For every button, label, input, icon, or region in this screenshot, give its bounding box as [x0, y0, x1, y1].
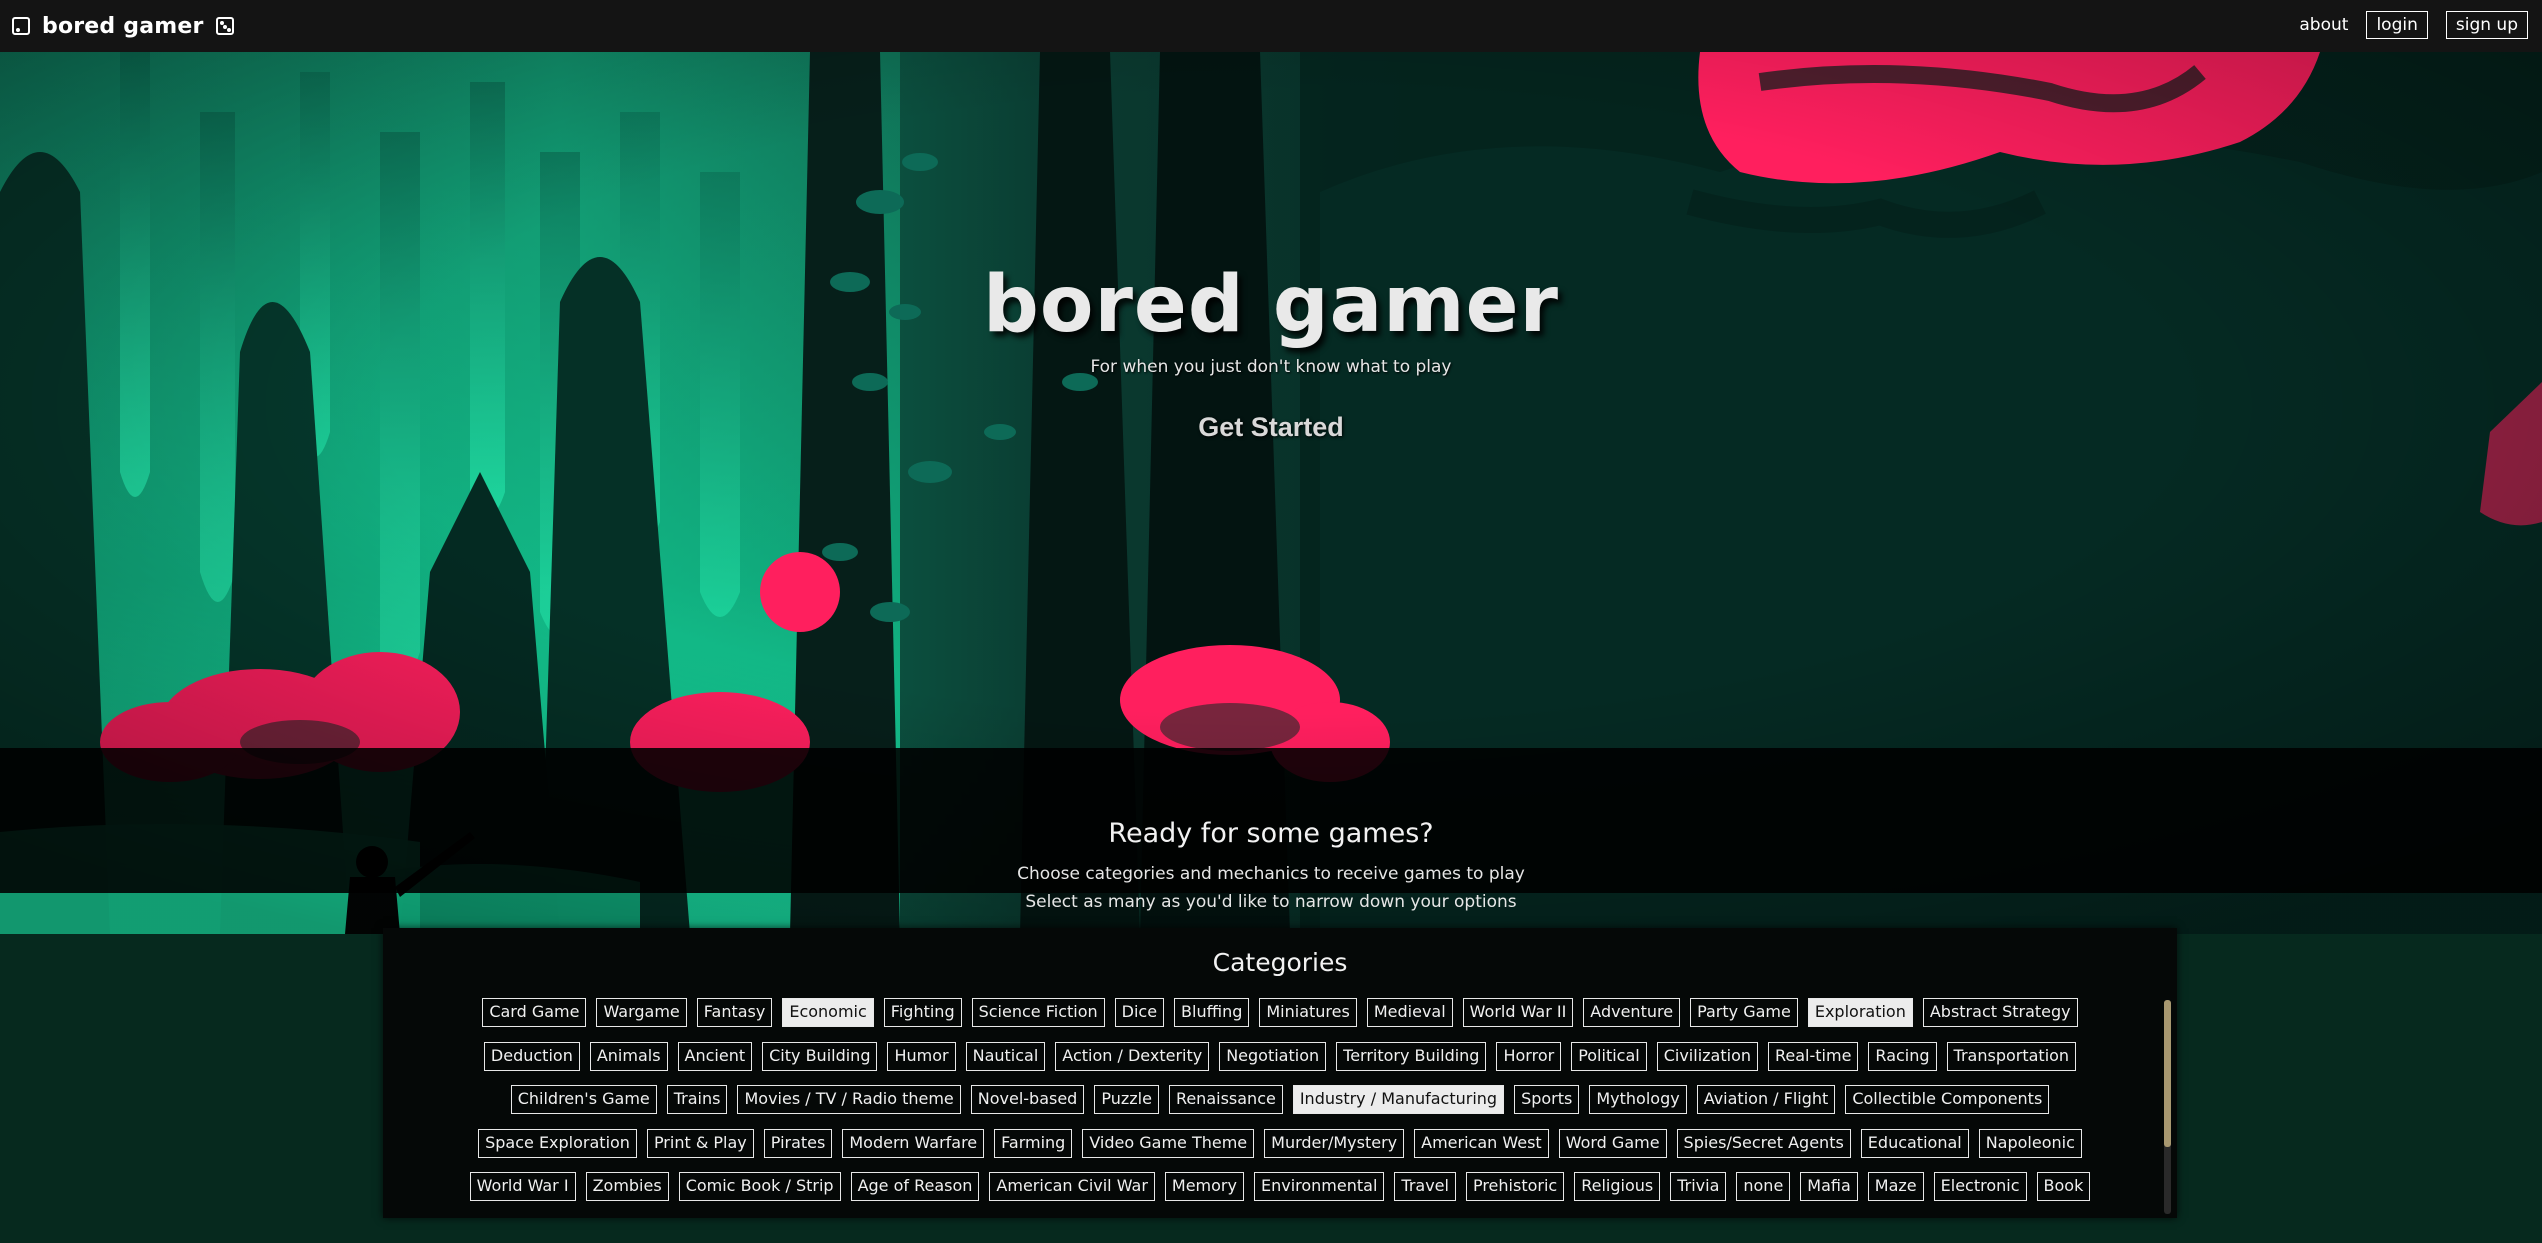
category-tag[interactable]: none: [1736, 1172, 1791, 1201]
category-tag[interactable]: American Civil War: [989, 1172, 1155, 1201]
category-tag[interactable]: Transportation: [1946, 1041, 2077, 1071]
category-tag[interactable]: Space Exploration: [478, 1128, 637, 1158]
category-tag[interactable]: Industry / Manufacturing: [1292, 1085, 1505, 1114]
category-tag[interactable]: Wargame: [596, 998, 687, 1027]
category-tag[interactable]: Adventure: [1583, 998, 1681, 1027]
category-tag[interactable]: Electronic: [1933, 1172, 2027, 1201]
category-tag[interactable]: Trains: [666, 1085, 728, 1114]
category-row: Space Exploration Print & Play Pirates Mode…: [383, 1128, 2177, 1158]
intro-band: Ready for some games? Choose categories …: [0, 748, 2542, 912]
category-tag[interactable]: Party Game: [1690, 998, 1798, 1027]
category-tag[interactable]: Travel: [1394, 1172, 1456, 1201]
category-tag[interactable]: Horror: [1496, 1041, 1562, 1071]
category-tag[interactable]: Abstract Strategy: [1922, 998, 2078, 1027]
category-tag[interactable]: Farming: [994, 1128, 1073, 1158]
categories-title: Categories: [1212, 948, 1348, 977]
category-tag[interactable]: Renaissance: [1168, 1085, 1283, 1114]
category-tag[interactable]: Pirates: [763, 1128, 833, 1158]
category-tag[interactable]: City Building: [762, 1041, 878, 1071]
category-tag[interactable]: Video Game Theme: [1082, 1128, 1255, 1158]
category-tag[interactable]: Mythology: [1589, 1085, 1687, 1114]
category-tag[interactable]: Sports: [1514, 1085, 1580, 1114]
about-link[interactable]: about: [2299, 15, 2348, 35]
category-tag[interactable]: Napoleonic: [1978, 1128, 2082, 1158]
category-tag[interactable]: World War II: [1462, 998, 1574, 1027]
category-tag[interactable]: Collectible Components: [1845, 1085, 2050, 1114]
category-tag[interactable]: Animals: [589, 1041, 668, 1071]
category-row: Deduction Animals Ancient City Building Humo…: [383, 1041, 2177, 1071]
category-tag[interactable]: Modern Warfare: [842, 1128, 985, 1158]
category-tag[interactable]: Aviation / Flight: [1696, 1085, 1836, 1114]
category-tag[interactable]: Educational: [1860, 1128, 1969, 1158]
category-tag[interactable]: Maze: [1867, 1172, 1924, 1201]
category-tag[interactable]: Racing: [1868, 1041, 1937, 1071]
category-tag[interactable]: Comic Book / Strip: [678, 1172, 841, 1201]
intro-line-1: Choose categories and mechanics to recei…: [1017, 864, 1525, 884]
category-tag[interactable]: Puzzle: [1094, 1085, 1159, 1114]
category-tag[interactable]: Religious: [1574, 1172, 1661, 1201]
category-tag[interactable]: Political: [1571, 1041, 1647, 1071]
category-tag[interactable]: Fantasy: [696, 998, 773, 1027]
category-tag[interactable]: Exploration: [1807, 998, 1913, 1027]
category-tag[interactable]: Nautical: [965, 1041, 1046, 1071]
category-tag[interactable]: Environmental: [1253, 1172, 1385, 1201]
category-row: World War I Zombies Comic Book / Strip Age …: [383, 1172, 2177, 1201]
category-tag[interactable]: Novel-based: [970, 1085, 1085, 1114]
category-tag[interactable]: Territory Building: [1336, 1041, 1487, 1071]
categories-scrollbar[interactable]: [2164, 1000, 2171, 1214]
category-row: Card Game Wargame Fantasy Economic Fighting S…: [383, 998, 2177, 1027]
category-tag[interactable]: Deduction: [483, 1041, 580, 1071]
category-tag[interactable]: Murder/Mystery: [1264, 1128, 1405, 1158]
brand-name: bored gamer: [42, 13, 204, 39]
category-tag[interactable]: Real-time: [1768, 1041, 1859, 1071]
signup-button[interactable]: sign up: [2445, 11, 2528, 39]
hero-title: bored gamer: [983, 260, 1559, 350]
category-tag[interactable]: Economic: [782, 998, 874, 1027]
category-tag[interactable]: Fighting: [883, 998, 962, 1027]
category-tag[interactable]: Science Fiction: [971, 998, 1105, 1027]
category-tag[interactable]: Negotiation: [1219, 1041, 1327, 1071]
category-tag[interactable]: Age of Reason: [850, 1172, 980, 1201]
dice-icon: [12, 17, 30, 35]
category-tag[interactable]: Civilization: [1656, 1041, 1758, 1071]
category-tag[interactable]: Print & Play: [646, 1128, 754, 1158]
navbar: bored gamer about login sign up: [0, 0, 2542, 52]
category-tag[interactable]: Memory: [1164, 1172, 1244, 1201]
category-tag[interactable]: Bluffing: [1174, 998, 1250, 1027]
category-tag[interactable]: Prehistoric: [1465, 1172, 1565, 1201]
category-tag[interactable]: World War I: [469, 1172, 576, 1201]
category-tag[interactable]: Medieval: [1366, 998, 1453, 1027]
category-tag-list: Card Game Wargame Fantasy Economic Fighting S…: [383, 998, 2177, 1216]
dice-icon: [215, 17, 234, 35]
hero-section: bored gamer For when you just don't know…: [0, 52, 2542, 934]
get-started-button[interactable]: Get Started: [0, 412, 2542, 443]
category-tag[interactable]: Children's Game: [510, 1085, 657, 1114]
category-tag[interactable]: Humor: [887, 1041, 956, 1071]
category-tag[interactable]: Miniatures: [1259, 998, 1357, 1027]
category-tag[interactable]: Action / Dexterity: [1055, 1041, 1210, 1071]
login-button[interactable]: login: [2366, 11, 2428, 39]
category-tag[interactable]: Word Game: [1558, 1128, 1667, 1158]
category-tag[interactable]: Mafia: [1800, 1172, 1858, 1201]
category-tag[interactable]: American West: [1414, 1128, 1549, 1158]
category-tag[interactable]: Zombies: [585, 1172, 669, 1201]
category-tag[interactable]: Movies / TV / Radio theme: [737, 1085, 961, 1114]
category-tag[interactable]: Book: [2036, 1172, 2091, 1201]
category-tag[interactable]: Spies/Secret Agents: [1676, 1128, 1851, 1158]
hero-subtitle: For when you just don't know what to pla…: [1090, 357, 1452, 377]
categories-panel: Categories Card Game Wargame Fantasy Econom…: [383, 928, 2177, 1218]
intro-line-2: Select as many as you'd like to narrow d…: [1025, 892, 1517, 912]
category-row: Children's Game Trains Movies / TV / Radio…: [383, 1085, 2177, 1114]
category-tag[interactable]: Dice: [1114, 998, 1165, 1027]
intro-title: Ready for some games?: [1108, 818, 1434, 849]
scrollbar-thumb[interactable]: [2164, 1000, 2171, 1147]
category-tag[interactable]: Ancient: [677, 1041, 753, 1071]
brand-logo[interactable]: bored gamer: [12, 12, 234, 40]
category-tag[interactable]: Trivia: [1670, 1172, 1727, 1201]
category-tag[interactable]: Card Game: [482, 998, 587, 1027]
nav-actions: about login sign up: [2299, 11, 2528, 39]
